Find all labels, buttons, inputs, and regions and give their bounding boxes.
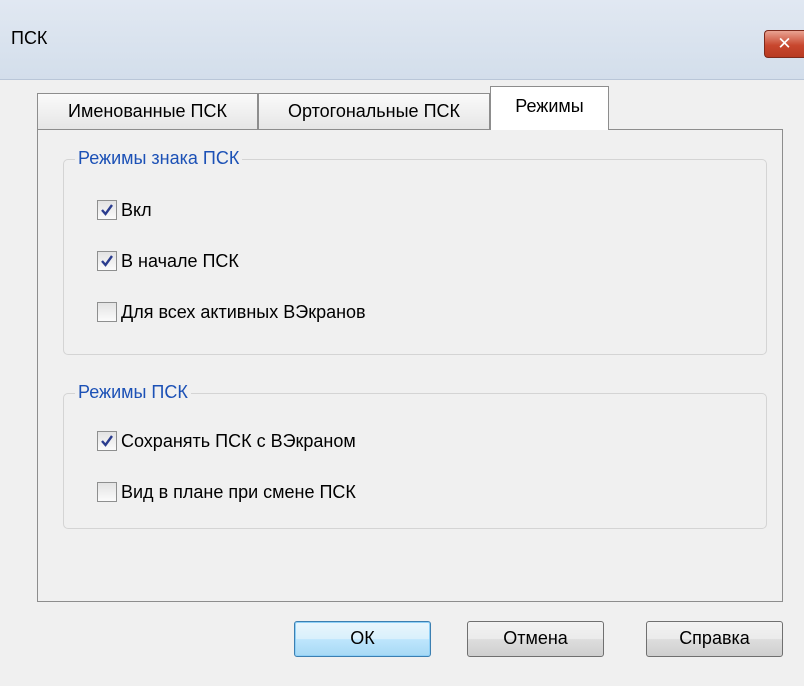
checkmark-icon (101, 255, 113, 267)
checkbox-label: Вид в плане при смене ПСК (121, 481, 356, 502)
checkbox-label: Для всех активных ВЭкранов (121, 301, 366, 322)
title-bar: ПСК ✕ (0, 0, 804, 80)
tab-label: Режимы (515, 96, 584, 116)
checkbox-plan-view-on-ucs-change[interactable]: Вид в плане при смене ПСК (97, 480, 356, 504)
checkbox-label: Вкл (121, 199, 152, 220)
checkbox-save-ucs-with-viewport[interactable]: Сохранять ПСК с ВЭкраном (97, 429, 356, 453)
close-button[interactable]: ✕ (764, 30, 804, 58)
checkbox-box[interactable] (97, 251, 117, 271)
ucs-icon-settings-group: Режимы знака ПСК Вкл В начале ПСК Для вс… (63, 148, 767, 355)
cancel-button[interactable]: Отмена (467, 621, 604, 657)
checkmark-icon (101, 435, 113, 447)
checkbox-box[interactable] (97, 482, 117, 502)
help-button[interactable]: Справка (646, 621, 783, 657)
checkbox-on[interactable]: Вкл (97, 198, 152, 222)
checkbox-box[interactable] (97, 200, 117, 220)
checkbox-at-origin[interactable]: В начале ПСК (97, 249, 239, 273)
window-title: ПСК (11, 28, 48, 48)
tab-label: Ортогональные ПСК (288, 101, 460, 121)
checkmark-icon (101, 204, 113, 216)
tab-panel-modes: Режимы знака ПСК Вкл В начале ПСК Для вс… (37, 129, 783, 602)
tab-modes[interactable]: Режимы (490, 86, 609, 130)
checkbox-label: В начале ПСК (121, 250, 239, 271)
checkbox-label: Сохранять ПСК с ВЭкраном (121, 430, 356, 451)
ok-button[interactable]: ОК (294, 621, 431, 657)
tab-label: Именованные ПСК (68, 101, 227, 121)
group-legend: Режимы ПСК (75, 382, 191, 403)
tab-orthographic-ucs[interactable]: Ортогональные ПСК (258, 93, 490, 129)
tab-named-ucs[interactable]: Именованные ПСК (37, 93, 258, 129)
close-icon: ✕ (777, 34, 792, 53)
group-legend: Режимы знака ПСК (75, 148, 243, 169)
checkbox-box[interactable] (97, 302, 117, 322)
ucs-settings-group: Режимы ПСК Сохранять ПСК с ВЭкраном Вид … (63, 382, 767, 529)
checkbox-box[interactable] (97, 431, 117, 451)
checkbox-all-active-viewports[interactable]: Для всех активных ВЭкранов (97, 300, 366, 324)
